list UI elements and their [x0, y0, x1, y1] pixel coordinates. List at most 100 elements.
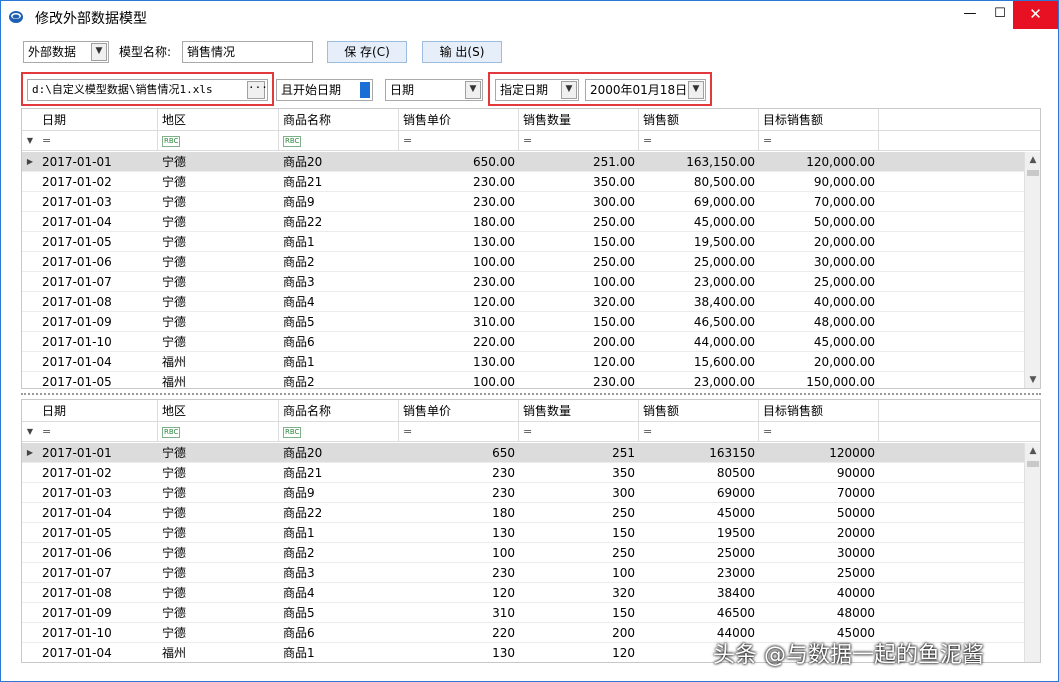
table-cell[interactable]: 230 [399, 463, 519, 483]
table-cell[interactable]: 120 [399, 583, 519, 603]
column-header[interactable]: 销售额 [639, 109, 759, 131]
table-cell[interactable]: 220 [399, 623, 519, 643]
table-cell[interactable]: 150.00 [519, 312, 639, 332]
table-cell[interactable]: 650.00 [399, 152, 519, 172]
table-cell[interactable]: 2017-01-03 [38, 192, 158, 212]
table-row[interactable]: 2017-01-05 宁德 商品1 130.00 150.00 19,500.00 20,0… [22, 232, 1024, 252]
table-cell[interactable]: 310 [399, 603, 519, 623]
column-header[interactable]: 销售单价 [399, 400, 519, 422]
table-cell[interactable]: 120,000.00 [759, 152, 879, 172]
table-cell[interactable]: 100.00 [399, 252, 519, 272]
filter-cell[interactable]: RBC [158, 422, 279, 442]
table-cell[interactable]: 2017-01-04 [38, 643, 158, 662]
table-cell[interactable]: 44,000.00 [639, 332, 759, 352]
table-cell[interactable]: 130.00 [399, 232, 519, 252]
table-cell[interactable]: 宁德 [158, 272, 279, 292]
table-cell[interactable]: 90,000.00 [759, 172, 879, 192]
table-cell[interactable]: 38,400.00 [639, 292, 759, 312]
table-cell[interactable]: 商品3 [279, 563, 399, 583]
table-row[interactable]: 2017-01-02 宁德 商品21 230 350 80500 90000 [22, 463, 1024, 483]
table-cell[interactable]: 130 [399, 523, 519, 543]
table-cell[interactable]: 宁德 [158, 252, 279, 272]
table-cell[interactable]: 2017-01-07 [38, 563, 158, 583]
table-cell[interactable]: 350.00 [519, 172, 639, 192]
filter-cell[interactable]: = [639, 131, 759, 151]
table-cell[interactable]: 宁德 [158, 523, 279, 543]
source-type-select[interactable]: 外部数据 ▼ [23, 41, 109, 63]
scroll-down-icon[interactable]: ▼ [1025, 372, 1040, 388]
table-cell[interactable]: 300 [519, 483, 639, 503]
date-mode-select[interactable]: 指定日期 ▼ [495, 79, 579, 101]
table-cell[interactable]: 150,000.00 [759, 372, 879, 388]
table-cell[interactable]: 310.00 [399, 312, 519, 332]
table-cell[interactable]: 180.00 [399, 212, 519, 232]
table-cell[interactable]: 120.00 [399, 292, 519, 312]
table-cell[interactable]: 宁德 [158, 152, 279, 172]
table-cell[interactable]: 45,000.00 [759, 332, 879, 352]
table-cell[interactable]: 46,500.00 [639, 312, 759, 332]
column-header[interactable]: 目标销售额 [759, 400, 879, 422]
export-button[interactable]: 输 出(S) [422, 41, 502, 63]
vertical-scrollbar[interactable]: ▲ [1024, 443, 1040, 662]
table-cell[interactable]: 23,000.00 [639, 272, 759, 292]
table-row[interactable]: 2017-01-05 福州 商品2 100.00 230.00 23,000.00 150,… [22, 372, 1024, 388]
column-header[interactable]: 商品名称 [279, 400, 399, 422]
start-date-toggle[interactable]: 且开始日期 [276, 79, 373, 101]
table-cell[interactable]: 230.00 [399, 272, 519, 292]
table-cell[interactable]: 宁德 [158, 212, 279, 232]
table-cell[interactable]: 70,000.00 [759, 192, 879, 212]
table-cell[interactable]: 宁德 [158, 292, 279, 312]
table-cell[interactable]: 2017-01-09 [38, 603, 158, 623]
table-cell[interactable]: 163150 [639, 443, 759, 463]
table-cell[interactable]: 25000 [639, 543, 759, 563]
table-cell[interactable]: 120 [519, 643, 639, 662]
table-row[interactable]: 2017-01-06 宁德 商品2 100.00 250.00 25,000.00 30,0… [22, 252, 1024, 272]
table-cell[interactable]: 80500 [639, 463, 759, 483]
table-cell[interactable]: 宁德 [158, 332, 279, 352]
save-button[interactable]: 保 存(C) [327, 41, 407, 63]
table-row[interactable]: 2017-01-09 宁德 商品5 310.00 150.00 46,500.00 48,0… [22, 312, 1024, 332]
table-cell[interactable]: 163,150.00 [639, 152, 759, 172]
table-cell[interactable]: 商品21 [279, 463, 399, 483]
table-cell[interactable]: 120000 [759, 443, 879, 463]
table-cell[interactable]: 251 [519, 443, 639, 463]
column-header[interactable]: 销售单价 [399, 109, 519, 131]
minimize-button[interactable]: — [953, 1, 987, 29]
filter-cell[interactable]: RBC [279, 131, 399, 151]
table-row[interactable]: 2017-01-09 宁德 商品5 310 150 46500 48000 [22, 603, 1024, 623]
table-row[interactable]: 2017-01-04 福州 商品1 130.00 120.00 15,600.00 20,0… [22, 352, 1024, 372]
source-data-grid[interactable]: 日期 地区 商品名称 销售单价 销售数量 销售额 目标销售额 ▼ = RBC RBC = = = = ▶ 201… [21, 108, 1041, 389]
table-row[interactable]: 2017-01-08 宁德 商品4 120 320 38400 40000 [22, 583, 1024, 603]
table-cell[interactable]: 宁德 [158, 543, 279, 563]
filter-cell[interactable]: = [759, 131, 879, 151]
column-header[interactable]: 目标销售额 [759, 109, 879, 131]
table-cell[interactable]: 250 [519, 543, 639, 563]
table-cell[interactable]: 90000 [759, 463, 879, 483]
table-cell[interactable]: 2017-01-04 [38, 352, 158, 372]
table-cell[interactable]: 2017-01-04 [38, 503, 158, 523]
scroll-thumb[interactable] [1027, 170, 1039, 176]
table-cell[interactable]: 商品21 [279, 172, 399, 192]
table-cell[interactable]: 100.00 [399, 372, 519, 388]
scroll-thumb[interactable] [1027, 461, 1039, 467]
table-cell[interactable]: 20000 [759, 523, 879, 543]
filter-cell[interactable]: RBC [158, 131, 279, 151]
filter-cell[interactable]: = [38, 422, 158, 442]
table-row[interactable]: 2017-01-07 宁德 商品3 230.00 100.00 23,000.00 25,0… [22, 272, 1024, 292]
table-cell[interactable]: 130.00 [399, 352, 519, 372]
table-cell[interactable]: 商品4 [279, 583, 399, 603]
table-cell[interactable]: 320.00 [519, 292, 639, 312]
table-cell[interactable]: 40000 [759, 583, 879, 603]
date-picker[interactable]: 2000年01月18日 ▼ [585, 79, 706, 101]
table-cell[interactable]: 2017-01-01 [38, 443, 158, 463]
grid-splitter[interactable] [21, 393, 1041, 396]
table-cell[interactable]: 200 [519, 623, 639, 643]
model-name-input[interactable]: 销售情况 [182, 41, 313, 63]
table-cell[interactable]: 230 [399, 483, 519, 503]
file-path-input[interactable]: d:\自定义模型数据\销售情况1.xls ··· [27, 79, 268, 101]
table-cell[interactable]: 商品9 [279, 483, 399, 503]
table-cell[interactable]: 15,600.00 [639, 352, 759, 372]
table-cell[interactable]: 650 [399, 443, 519, 463]
table-cell[interactable]: 2017-01-05 [38, 232, 158, 252]
column-header[interactable]: 地区 [158, 400, 279, 422]
